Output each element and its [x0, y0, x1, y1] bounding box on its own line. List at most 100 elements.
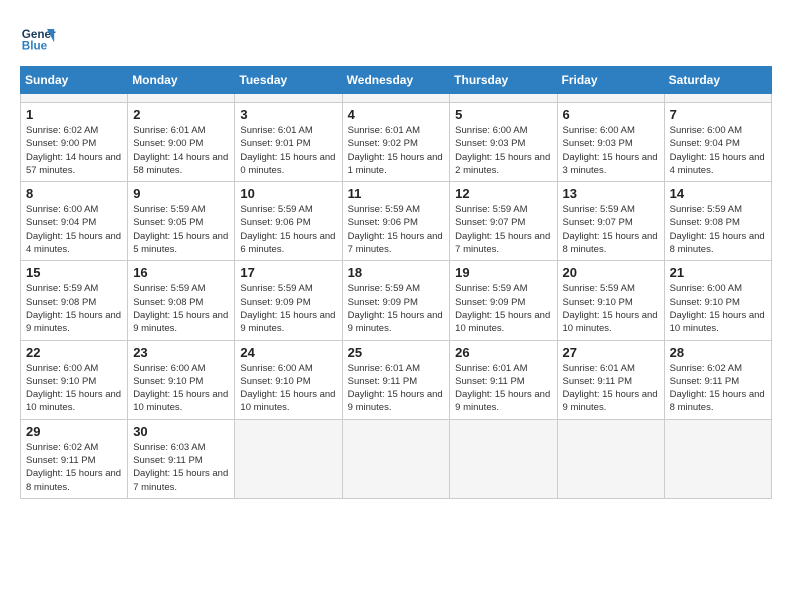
calendar-cell: 11 Sunrise: 5:59 AMSunset: 9:06 PMDayligh…: [342, 182, 450, 261]
calendar-cell: 4 Sunrise: 6:01 AMSunset: 9:02 PMDaylight…: [342, 103, 450, 182]
day-info: Sunrise: 6:02 AMSunset: 9:11 PMDaylight:…: [26, 441, 122, 494]
day-info: Sunrise: 6:00 AMSunset: 9:10 PMDaylight:…: [240, 362, 336, 415]
day-info: Sunrise: 5:59 AMSunset: 9:10 PMDaylight:…: [563, 282, 659, 335]
week-row-2: 1Sunrise: 6:02 AMSunset: 9:00 PMDaylight…: [21, 103, 772, 182]
day-number: 26: [455, 345, 551, 360]
day-number: 8: [26, 186, 122, 201]
calendar-cell: 17 Sunrise: 5:59 AMSunset: 9:09 PMDayligh…: [235, 261, 342, 340]
day-info: Sunrise: 6:00 AMSunset: 9:04 PMDaylight:…: [26, 203, 122, 256]
calendar-cell: 7Sunrise: 6:00 AMSunset: 9:04 PMDaylight…: [664, 103, 771, 182]
day-info: Sunrise: 6:01 AMSunset: 9:11 PMDaylight:…: [563, 362, 659, 415]
day-info: Sunrise: 5:59 AMSunset: 9:08 PMDaylight:…: [133, 282, 229, 335]
calendar-cell: 16 Sunrise: 5:59 AMSunset: 9:08 PMDayligh…: [128, 261, 235, 340]
day-number: 29: [26, 424, 122, 439]
calendar-cell: 2 Sunrise: 6:01 AMSunset: 9:00 PMDaylight…: [128, 103, 235, 182]
day-number: 17: [240, 265, 336, 280]
day-info: Sunrise: 5:59 AMSunset: 9:09 PMDaylight:…: [240, 282, 336, 335]
week-row-4: 15Sunrise: 5:59 AMSunset: 9:08 PMDayligh…: [21, 261, 772, 340]
day-number: 4: [348, 107, 445, 122]
calendar: SundayMondayTuesdayWednesdayThursdayFrid…: [20, 66, 772, 499]
day-number: 1: [26, 107, 122, 122]
day-number: 5: [455, 107, 551, 122]
weekday-header-saturday: Saturday: [664, 67, 771, 94]
day-info: Sunrise: 6:03 AMSunset: 9:11 PMDaylight:…: [133, 441, 229, 494]
day-info: Sunrise: 6:00 AMSunset: 9:03 PMDaylight:…: [455, 124, 551, 177]
day-info: Sunrise: 6:00 AMSunset: 9:03 PMDaylight:…: [563, 124, 659, 177]
day-number: 22: [26, 345, 122, 360]
day-info: Sunrise: 5:59 AMSunset: 9:08 PMDaylight:…: [26, 282, 122, 335]
week-row-3: 8 Sunrise: 6:00 AMSunset: 9:04 PMDaylight…: [21, 182, 772, 261]
day-info: Sunrise: 5:59 AMSunset: 9:05 PMDaylight:…: [133, 203, 229, 256]
day-number: 27: [563, 345, 659, 360]
calendar-cell: 30 Sunrise: 6:03 AMSunset: 9:11 PMDayligh…: [128, 419, 235, 498]
day-info: Sunrise: 5:59 AMSunset: 9:07 PMDaylight:…: [455, 203, 551, 256]
calendar-cell: 18 Sunrise: 5:59 AMSunset: 9:09 PMDayligh…: [342, 261, 450, 340]
day-number: 14: [670, 186, 766, 201]
day-number: 18: [348, 265, 445, 280]
weekday-header-sunday: Sunday: [21, 67, 128, 94]
calendar-cell: 5 Sunrise: 6:00 AMSunset: 9:03 PMDaylight…: [450, 103, 557, 182]
calendar-cell: [450, 419, 557, 498]
calendar-cell: 26 Sunrise: 6:01 AMSunset: 9:11 PMDayligh…: [450, 340, 557, 419]
week-row-6: 29 Sunrise: 6:02 AMSunset: 9:11 PMDayligh…: [21, 419, 772, 498]
day-info: Sunrise: 5:59 AMSunset: 9:07 PMDaylight:…: [563, 203, 659, 256]
logo: General Blue: [20, 20, 62, 56]
day-number: 3: [240, 107, 336, 122]
day-number: 6: [563, 107, 659, 122]
day-number: 11: [348, 186, 445, 201]
day-number: 21: [670, 265, 766, 280]
day-number: 12: [455, 186, 551, 201]
calendar-cell: 27 Sunrise: 6:01 AMSunset: 9:11 PMDayligh…: [557, 340, 664, 419]
svg-text:Blue: Blue: [22, 40, 48, 53]
day-info: Sunrise: 6:01 AMSunset: 9:11 PMDaylight:…: [348, 362, 445, 415]
day-info: Sunrise: 5:59 AMSunset: 9:09 PMDaylight:…: [348, 282, 445, 335]
day-number: 16: [133, 265, 229, 280]
day-info: Sunrise: 6:01 AMSunset: 9:00 PMDaylight:…: [133, 124, 229, 177]
calendar-cell: 24 Sunrise: 6:00 AMSunset: 9:10 PMDayligh…: [235, 340, 342, 419]
calendar-cell: 29 Sunrise: 6:02 AMSunset: 9:11 PMDayligh…: [21, 419, 128, 498]
day-number: 2: [133, 107, 229, 122]
calendar-cell: 28 Sunrise: 6:02 AMSunset: 9:11 PMDayligh…: [664, 340, 771, 419]
calendar-cell: 6 Sunrise: 6:00 AMSunset: 9:03 PMDaylight…: [557, 103, 664, 182]
day-number: 28: [670, 345, 766, 360]
header: General Blue: [20, 20, 772, 56]
calendar-cell: 25 Sunrise: 6:01 AMSunset: 9:11 PMDayligh…: [342, 340, 450, 419]
calendar-cell: 23 Sunrise: 6:00 AMSunset: 9:10 PMDayligh…: [128, 340, 235, 419]
calendar-cell: [557, 419, 664, 498]
day-info: Sunrise: 6:00 AMSunset: 9:04 PMDaylight:…: [670, 124, 766, 177]
day-info: Sunrise: 6:01 AMSunset: 9:11 PMDaylight:…: [455, 362, 551, 415]
day-number: 23: [133, 345, 229, 360]
calendar-cell: 20Sunrise: 5:59 AMSunset: 9:10 PMDayligh…: [557, 261, 664, 340]
weekday-header-thursday: Thursday: [450, 67, 557, 94]
day-info: Sunrise: 6:02 AMSunset: 9:11 PMDaylight:…: [670, 362, 766, 415]
calendar-cell: [450, 94, 557, 103]
day-info: Sunrise: 6:01 AMSunset: 9:01 PMDaylight:…: [240, 124, 336, 177]
day-info: Sunrise: 5:59 AMSunset: 9:08 PMDaylight:…: [670, 203, 766, 256]
calendar-cell: [235, 94, 342, 103]
calendar-cell: 22 Sunrise: 6:00 AMSunset: 9:10 PMDayligh…: [21, 340, 128, 419]
calendar-cell: 14 Sunrise: 5:59 AMSunset: 9:08 PMDayligh…: [664, 182, 771, 261]
weekday-header-tuesday: Tuesday: [235, 67, 342, 94]
calendar-cell: 1Sunrise: 6:02 AMSunset: 9:00 PMDaylight…: [21, 103, 128, 182]
calendar-cell: 12 Sunrise: 5:59 AMSunset: 9:07 PMDayligh…: [450, 182, 557, 261]
week-row-1: [21, 94, 772, 103]
day-number: 19: [455, 265, 551, 280]
day-info: Sunrise: 6:00 AMSunset: 9:10 PMDaylight:…: [26, 362, 122, 415]
day-number: 13: [563, 186, 659, 201]
day-info: Sunrise: 6:00 AMSunset: 9:10 PMDaylight:…: [133, 362, 229, 415]
day-info: Sunrise: 5:59 AMSunset: 9:09 PMDaylight:…: [455, 282, 551, 335]
weekday-header-monday: Monday: [128, 67, 235, 94]
calendar-cell: [557, 94, 664, 103]
calendar-cell: 15Sunrise: 5:59 AMSunset: 9:08 PMDayligh…: [21, 261, 128, 340]
day-info: Sunrise: 6:01 AMSunset: 9:02 PMDaylight:…: [348, 124, 445, 177]
day-info: Sunrise: 5:59 AMSunset: 9:06 PMDaylight:…: [240, 203, 336, 256]
calendar-cell: [128, 94, 235, 103]
calendar-cell: 21 Sunrise: 6:00 AMSunset: 9:10 PMDayligh…: [664, 261, 771, 340]
calendar-cell: 19 Sunrise: 5:59 AMSunset: 9:09 PMDayligh…: [450, 261, 557, 340]
day-number: 24: [240, 345, 336, 360]
day-info: Sunrise: 5:59 AMSunset: 9:06 PMDaylight:…: [348, 203, 445, 256]
day-number: 30: [133, 424, 229, 439]
calendar-cell: [664, 419, 771, 498]
day-number: 25: [348, 345, 445, 360]
day-info: Sunrise: 6:00 AMSunset: 9:10 PMDaylight:…: [670, 282, 766, 335]
